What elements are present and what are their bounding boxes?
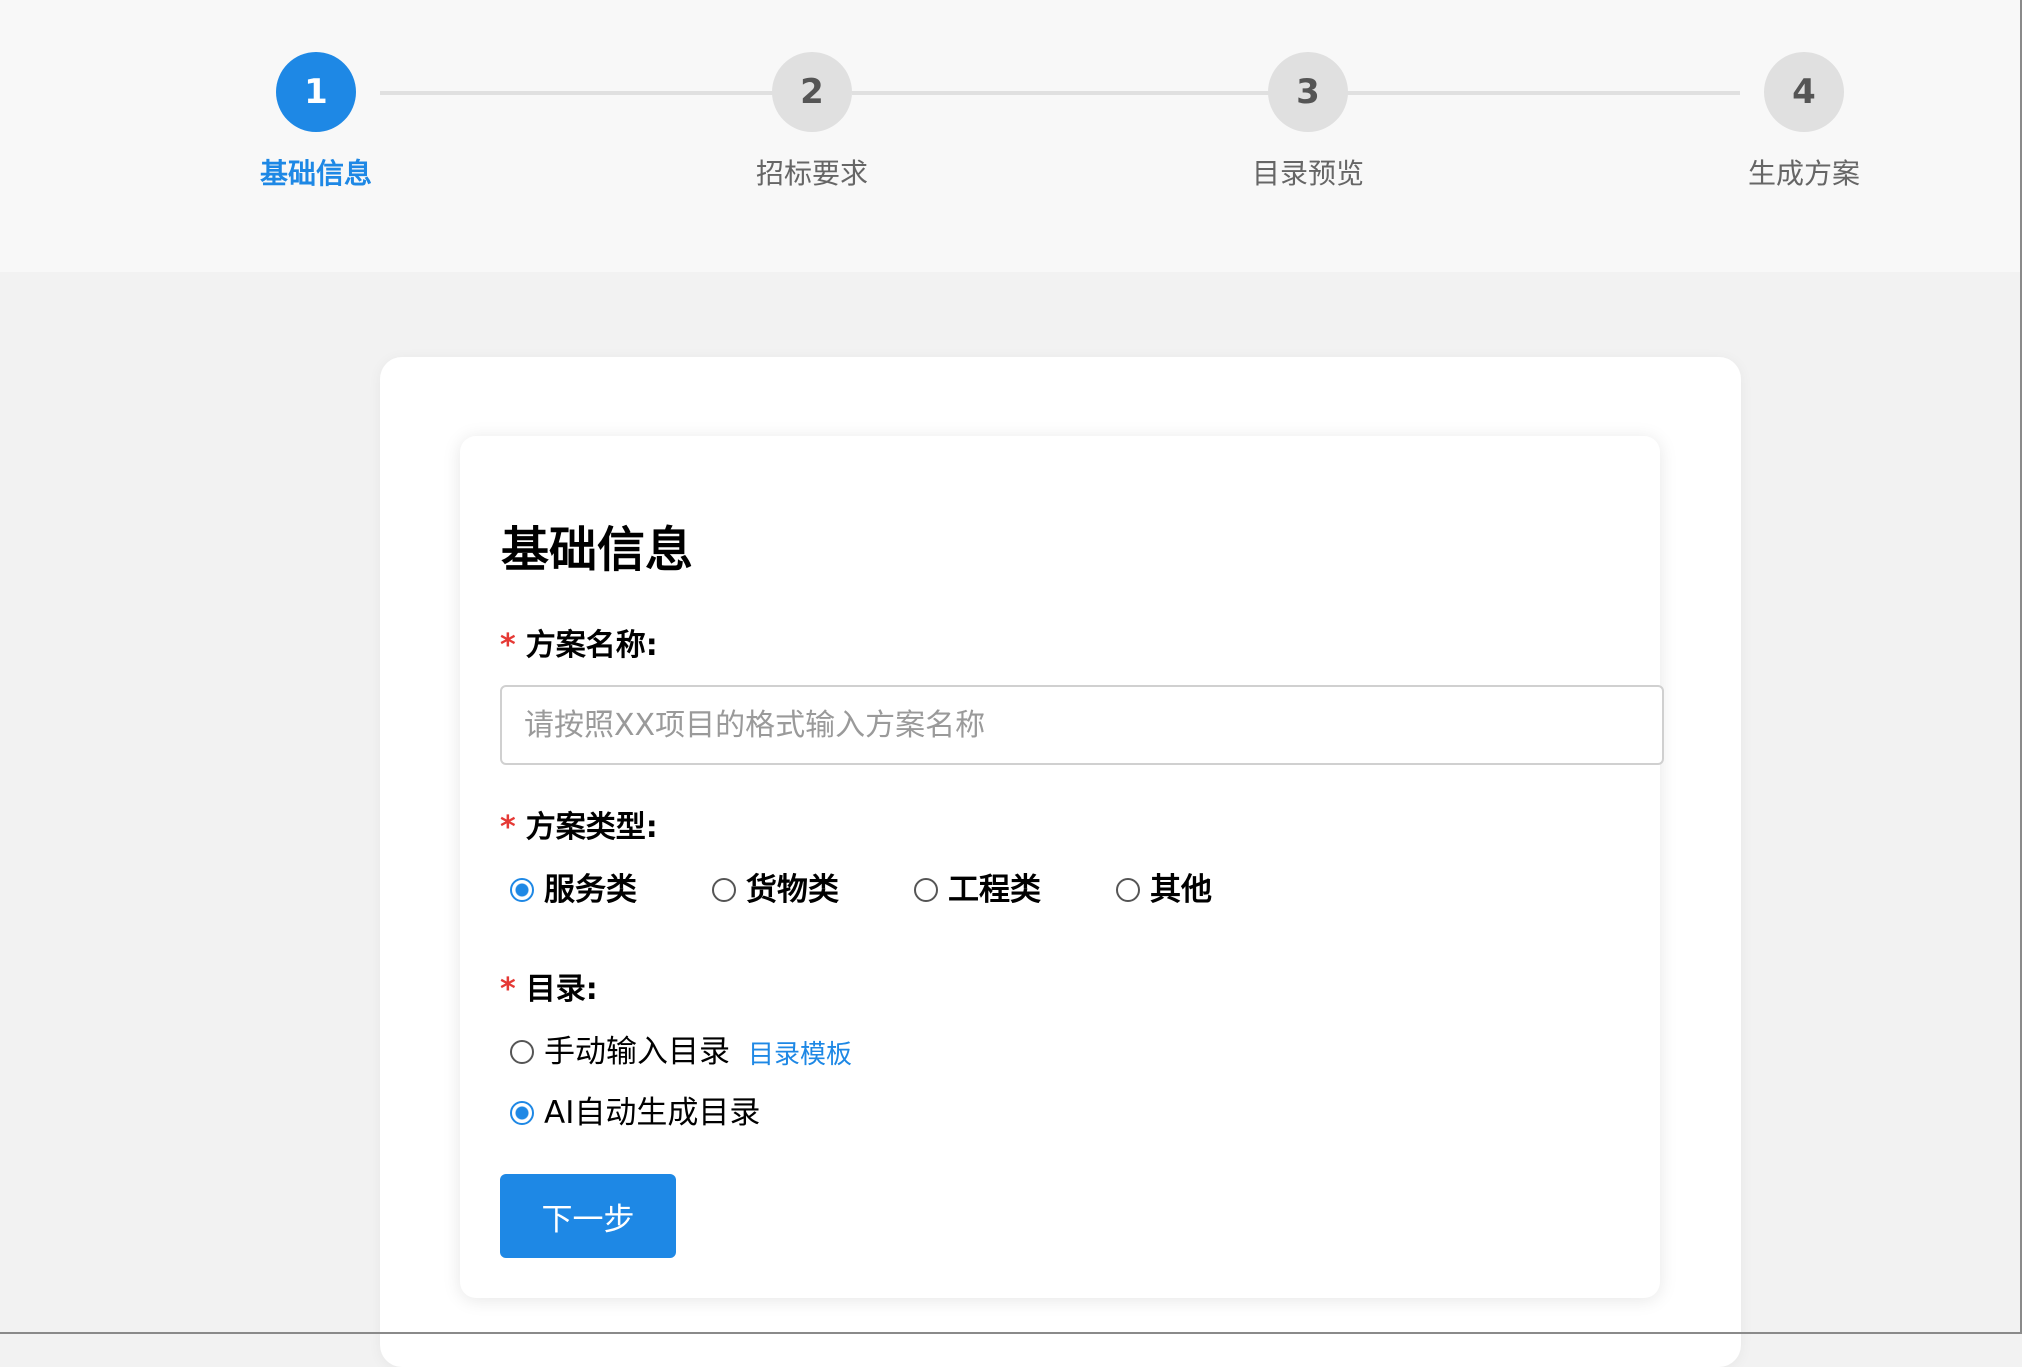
catalog-option-ai-label: AI自动生成目录 — [544, 1095, 761, 1131]
next-step-button[interactable]: 下一步 — [500, 1174, 676, 1258]
catalog-template-link[interactable]: 目录模板 — [748, 1034, 852, 1071]
required-mark: * — [500, 810, 516, 845]
step-label-generate-plan: 生成方案 — [1747, 157, 1860, 190]
plan-name-label-text: 方案名称: — [525, 628, 658, 663]
plan-type-option-label: 货物类 — [746, 872, 839, 908]
plan-type-option-label: 工程类 — [948, 872, 1041, 908]
stepper-bar: 1 基础信息 2 招标要求 3 目录预览 4 生成方案 — [0, 0, 2022, 272]
plan-name-label: * 方案名称: — [500, 628, 658, 664]
step-label-bid-requirements: 招标要求 — [755, 157, 868, 190]
radio-unchecked-icon — [712, 878, 736, 902]
radio-unchecked-icon — [1116, 878, 1140, 902]
plan-type-option-services[interactable]: 服务类 — [510, 870, 637, 910]
plan-type-option-label: 其他 — [1150, 872, 1212, 908]
radio-checked-icon — [510, 878, 534, 902]
step-number-2: 2 — [772, 52, 852, 132]
radio-checked-icon — [510, 1101, 534, 1125]
required-mark: * — [500, 628, 516, 663]
radio-unchecked-icon — [510, 1040, 534, 1064]
catalog-option-manual[interactable]: 手动输入目录 目录模板 — [510, 1032, 852, 1072]
catalog-option-ai[interactable]: AI自动生成目录 — [510, 1093, 760, 1133]
plan-type-option-goods[interactable]: 货物类 — [712, 870, 839, 910]
step-number-3: 3 — [1268, 52, 1348, 132]
plan-type-option-engineering[interactable]: 工程类 — [914, 870, 1041, 910]
plan-type-label-text: 方案类型: — [525, 810, 658, 845]
step-number-4: 4 — [1764, 52, 1844, 132]
step-basic-info[interactable]: 1 基础信息 — [196, 52, 436, 192]
step-bid-requirements[interactable]: 2 招标要求 — [692, 52, 932, 192]
step-generate-plan[interactable]: 4 生成方案 — [1684, 52, 1924, 192]
plan-type-option-other[interactable]: 其他 — [1116, 870, 1212, 910]
step-label-catalog-preview: 目录预览 — [1251, 157, 1364, 190]
plan-type-label: * 方案类型: — [500, 810, 658, 846]
catalog-label-text: 目录: — [525, 972, 598, 1007]
step-number-1: 1 — [276, 52, 356, 132]
catalog-option-manual-label: 手动输入目录 — [544, 1034, 730, 1070]
radio-unchecked-icon — [914, 878, 938, 902]
required-mark: * — [500, 972, 516, 1007]
step-catalog-preview[interactable]: 3 目录预览 — [1188, 52, 1428, 192]
form-title: 基础信息 — [501, 522, 694, 578]
catalog-label: * 目录: — [500, 972, 598, 1008]
step-label-basic-info: 基础信息 — [259, 157, 372, 190]
plan-name-input[interactable] — [500, 685, 1664, 765]
plan-type-option-label: 服务类 — [544, 872, 637, 908]
